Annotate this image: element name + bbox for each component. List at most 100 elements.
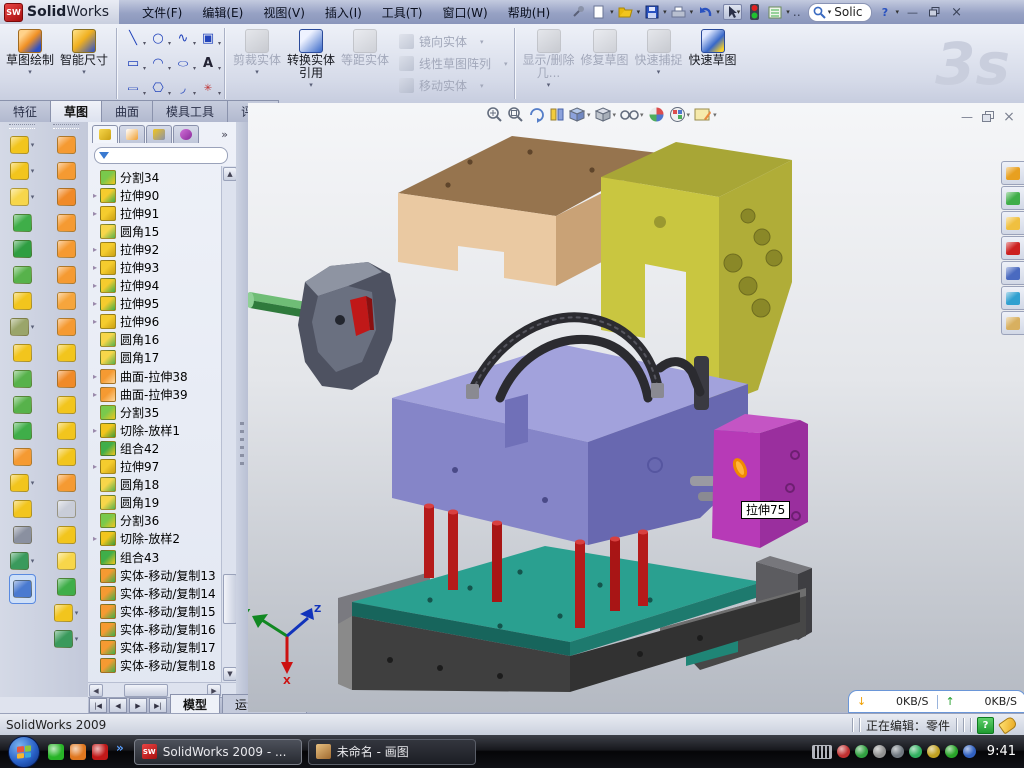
tree-item[interactable]: ▸曲面-拉伸38 (90, 367, 222, 385)
select-tool[interactable]: ▾ (723, 4, 743, 20)
display-style-icon[interactable]: ▾ (595, 106, 617, 123)
tree-item[interactable]: ▸拉伸96 (90, 313, 222, 331)
tree-item[interactable]: 圆角18 (90, 476, 222, 494)
tree-item[interactable]: 圆角17 (90, 349, 222, 367)
doc-minimize-button[interactable]: — (958, 109, 976, 124)
close-button[interactable]: × (948, 5, 965, 20)
tags-icon[interactable] (998, 715, 1018, 734)
rapid-sketch-button[interactable]: 快速草图 (686, 26, 740, 101)
rebuild-lights-icon[interactable] (745, 3, 763, 21)
tree-item[interactable]: 实体-移动/复制13 (90, 566, 222, 584)
apply-scene-icon[interactable]: ▾ (669, 106, 691, 123)
rotate-view-icon[interactable] (528, 106, 545, 123)
tool-reference-axis[interactable] (13, 522, 32, 548)
quicklaunch-solidworks-launcher[interactable] (92, 744, 108, 760)
expand-arrow[interactable]: ▸ (90, 462, 100, 471)
tree-item[interactable]: 组合43 (90, 548, 222, 566)
tool-combine[interactable] (13, 418, 32, 444)
tree-item[interactable]: 实体-移动/复制14 (90, 584, 222, 602)
tray-health-shield[interactable] (945, 745, 958, 758)
zoom-area-icon[interactable] (507, 106, 524, 123)
tab-scroll-prev[interactable]: ◀ (109, 698, 127, 713)
menu-1[interactable]: 编辑(E) (193, 2, 252, 23)
expand-arrow[interactable]: ▸ (90, 209, 100, 218)
tool-wrap[interactable] (13, 288, 32, 314)
expand-arrow[interactable]: ▸ (90, 534, 100, 543)
tab-feature-manager[interactable] (92, 125, 118, 143)
toolbar-overflow[interactable]: ‥ (793, 5, 801, 19)
tool-vent[interactable] (57, 210, 76, 236)
menu-5[interactable]: 窗口(W) (434, 2, 497, 23)
tray-update-gear[interactable] (873, 745, 886, 758)
quick-launch-overflow[interactable]: » (116, 741, 124, 755)
tray-sync-tool[interactable] (909, 745, 922, 758)
trim-entities-button[interactable]: 剪裁实体▾ (230, 26, 284, 101)
quicklaunch-messenger[interactable] (48, 744, 64, 760)
hide-show-items-icon[interactable]: ▾ (620, 107, 644, 122)
scroll-down-arrow[interactable]: ▼ (223, 667, 236, 681)
tree-item[interactable]: 分割36 (90, 512, 222, 530)
tool-delete-body[interactable] (13, 496, 32, 522)
tree-item[interactable]: ▸切除-放样2 (90, 530, 222, 548)
expand-arrow[interactable]: ▸ (90, 191, 100, 200)
ribbon-tab-特征[interactable]: 特征 (0, 100, 51, 122)
tool-solid-body[interactable] (57, 418, 76, 444)
panel-expand-chevron[interactable]: » (221, 128, 234, 141)
tool-boundary-surface[interactable] (57, 314, 76, 340)
tool-fold[interactable] (57, 366, 76, 392)
sketch-tool-circle-icon[interactable]: ○▾ (146, 27, 170, 51)
expand-arrow[interactable]: ▸ (90, 372, 100, 381)
tree-item[interactable]: 实体-移动/复制16 (90, 620, 222, 638)
tray-antivirus-shield[interactable] (837, 745, 850, 758)
ribbon-tab-曲面[interactable]: 曲面 (101, 100, 153, 122)
tree-item[interactable]: 实体-移动/复制15 (90, 602, 222, 620)
sketch-tool-point-icon[interactable]: ✳▾ (196, 77, 220, 101)
expand-arrow[interactable]: ▸ (90, 317, 100, 326)
tool-planar-surface[interactable] (57, 288, 76, 314)
tree-item[interactable]: ▸拉伸94 (90, 277, 222, 295)
tool-deform[interactable] (57, 262, 76, 288)
taskpane-solidworks-resources[interactable] (1001, 161, 1024, 185)
tool-wrap-surface[interactable] (57, 236, 76, 262)
expand-arrow[interactable]: ▸ (90, 263, 100, 272)
view-orientation-icon[interactable]: ▾ (569, 106, 591, 123)
menu-6[interactable]: 帮助(H) (499, 2, 559, 23)
new-file-icon[interactable] (590, 3, 608, 21)
tree-item[interactable]: 分割34 (90, 168, 222, 186)
repair-sketch-button[interactable]: 修复草图 (578, 26, 632, 101)
tool-fillet[interactable]: ▾ (10, 184, 35, 210)
save-icon[interactable] (643, 3, 661, 21)
menu-4[interactable]: 工具(T) (373, 2, 432, 23)
sketch-tool-text-icon[interactable]: A▾ (196, 52, 220, 76)
sketch-tool-rectangle-icon[interactable]: ▭▾ (121, 52, 145, 76)
undo-icon[interactable] (696, 3, 714, 21)
sketch-tool-arc-icon[interactable]: ◠▾ (146, 52, 170, 76)
tool-insert-part[interactable]: ▾ (10, 470, 35, 496)
tool-extruded-cut[interactable]: ▾ (10, 158, 35, 184)
tree-item[interactable]: 组合42 (90, 439, 222, 457)
tree-item[interactable]: ▸拉伸91 (90, 204, 222, 222)
tray-warning-tool[interactable] (927, 745, 940, 758)
sketch-tool-sketch-fillet-icon[interactable]: ◞▾ (171, 77, 195, 101)
taskbar-window-solidworks[interactable]: SW SolidWorks 2009 - ... (134, 739, 302, 765)
search-box[interactable]: ▾ Solic (808, 3, 872, 22)
taskpane-design-library[interactable] (1001, 186, 1024, 210)
sketch-tool-line-icon[interactable]: ╲▾ (121, 27, 145, 51)
expand-arrow[interactable]: ▸ (90, 390, 100, 399)
tool-thicken[interactable] (57, 340, 76, 366)
quicklaunch-media-app[interactable] (70, 744, 86, 760)
tool-move-copy[interactable] (13, 444, 32, 470)
tool-reference-geometry[interactable]: ▾ (54, 600, 79, 626)
ribbon-tab-草图[interactable]: 草图 (50, 100, 102, 122)
expand-arrow[interactable]: ▸ (90, 281, 100, 290)
zoom-fit-icon[interactable] (486, 106, 503, 123)
scroll-up-arrow[interactable]: ▲ (223, 167, 236, 181)
menu-2[interactable]: 视图(V) (254, 2, 314, 23)
taskpane-solidworks-search[interactable] (1001, 236, 1024, 260)
tray-security-shield[interactable] (855, 745, 868, 758)
tool-delete-hole[interactable] (57, 392, 76, 418)
tree-item[interactable]: ▸拉伸95 (90, 295, 222, 313)
tree-item[interactable]: 圆角19 (90, 494, 222, 512)
edit-appearance-icon[interactable] (648, 106, 665, 123)
tool-spline-curve[interactable]: ▾ (54, 626, 79, 652)
